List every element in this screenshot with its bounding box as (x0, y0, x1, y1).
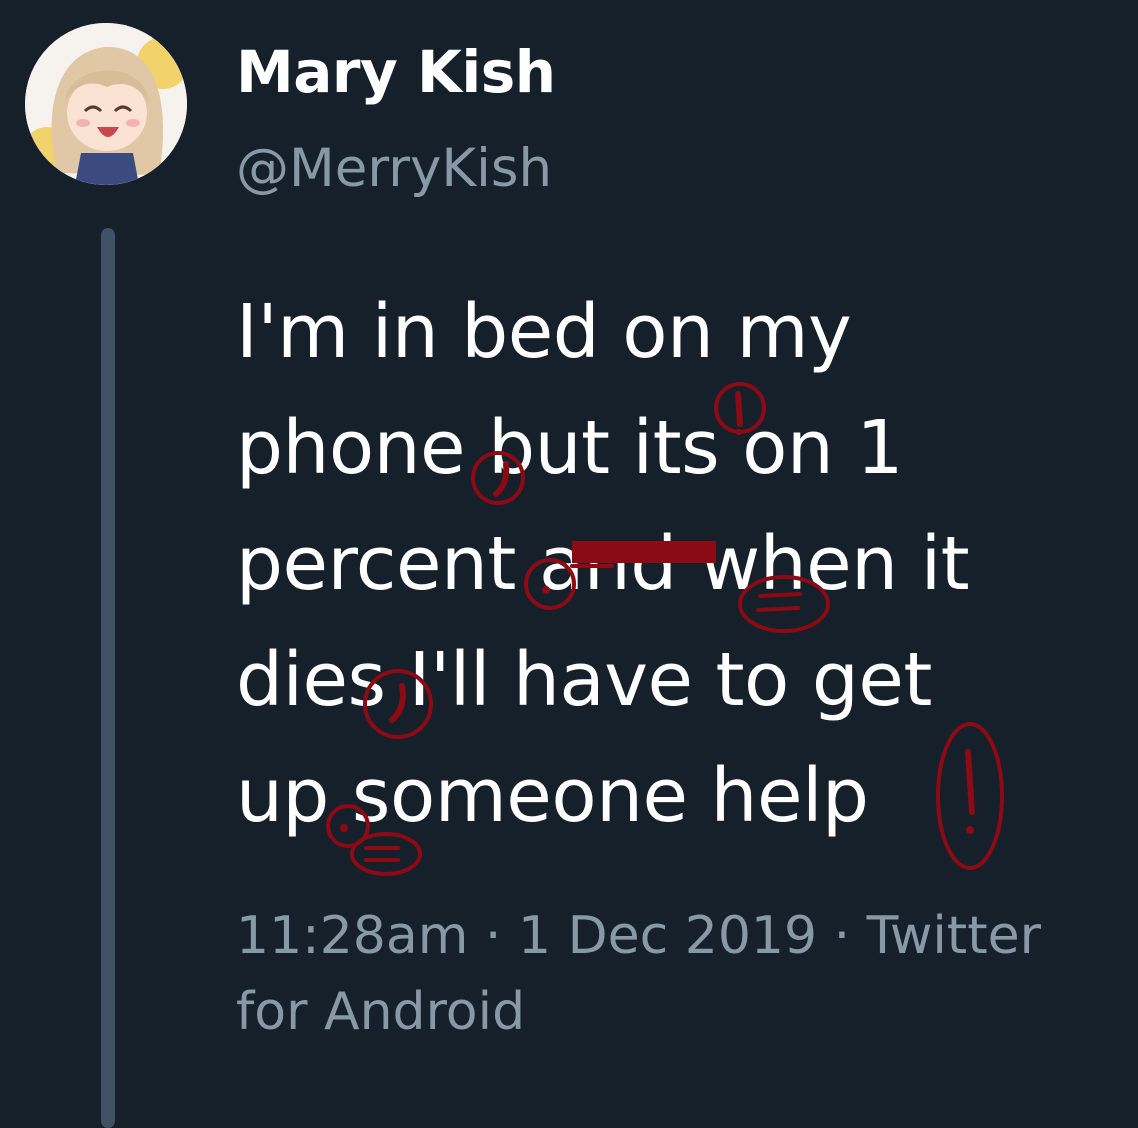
display-name[interactable]: Mary Kish (236, 38, 556, 106)
tweet-time[interactable]: 11:28am (236, 906, 468, 966)
user-handle[interactable]: @MerryKish (236, 138, 552, 199)
tweet-line: phone but its on 1 (236, 405, 903, 491)
avatar-image (25, 23, 187, 185)
avatar[interactable] (25, 23, 187, 185)
tweet-line: I'm in bed on my (236, 289, 852, 375)
thread-line (101, 228, 115, 1128)
tweet-meta: 11:28am · 1 Dec 2019 · Twitter for Andro… (236, 898, 1076, 1050)
tweet-source-continued[interactable]: for Android (236, 982, 525, 1042)
tweet-source[interactable]: Twitter (867, 906, 1041, 966)
tweet-date[interactable]: 1 Dec 2019 (518, 906, 817, 966)
tweet-line: dies I'll have to get (236, 637, 932, 723)
tweet-line: percent and when it (236, 521, 970, 607)
meta-separator: · (833, 906, 851, 966)
tweet-text: I'm in bed on my phone but its on 1 perc… (236, 274, 1096, 854)
tweet-line: up someone help (236, 753, 869, 839)
meta-separator: · (484, 906, 502, 966)
